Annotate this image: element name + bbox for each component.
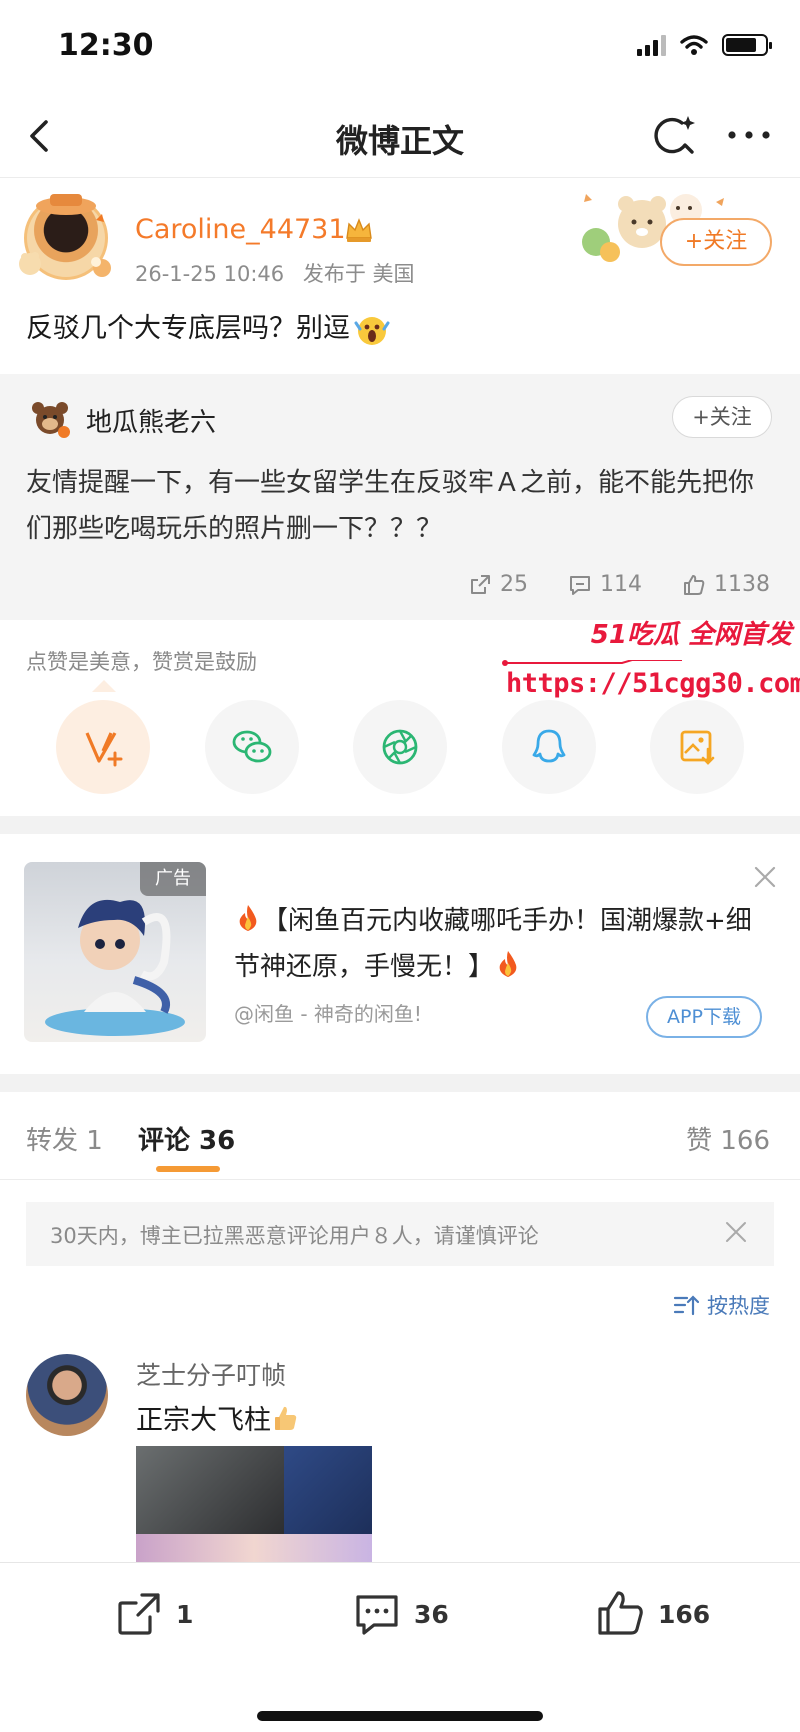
vip-crown-icon <box>346 218 372 242</box>
refresh-sparkle-icon[interactable] <box>652 112 698 158</box>
comment-image-panel <box>284 1446 372 1534</box>
reward-v-icon <box>85 732 123 767</box>
follow-repost-author-button[interactable]: +关注 <box>672 396 772 438</box>
ad-title[interactable]: 【闲鱼百元内收藏哪吒手办！国潮爆款+细节神还原，手慢无！】 <box>234 898 764 990</box>
commenter-avatar[interactable] <box>26 1354 108 1436</box>
tab-reposts[interactable]: 转发 1 <box>26 1120 103 1157</box>
wechat-icon <box>232 730 272 763</box>
repost-text: 友情提醒一下，有一些女留学生在反驳牢Ａ之前，能不能先把你们那些吃喝玩乐的照片删一… <box>26 468 755 544</box>
watermark-line-icon <box>502 660 682 666</box>
reward-hint: 点赞是美意，赞赏是鼓励 <box>26 650 257 674</box>
status-icons <box>637 34 772 56</box>
repost-button[interactable]: 1 <box>114 1589 193 1639</box>
tab-likes[interactable]: 赞 166 <box>686 1120 770 1157</box>
repost-count: 1 <box>176 1599 194 1629</box>
share-row <box>0 696 800 796</box>
reposted-content[interactable]: 地瓜熊老六 +关注 友情提醒一下，有一些女留学生在反驳牢Ａ之前，能不能先把你们那… <box>0 374 800 620</box>
status-bar: 12:30 <box>0 0 800 96</box>
save-image-button[interactable] <box>650 700 744 794</box>
interaction-tabs: 转发 1 评论 36 赞 166 <box>0 1092 800 1180</box>
comment-icon <box>570 575 590 595</box>
share-qq-button[interactable] <box>502 700 596 794</box>
ad-card[interactable]: 广告 【闲鱼百元内收藏哪吒手办！国潮爆款+细节神还原，手慢无！】 @闲鱼 - 神… <box>0 834 800 1070</box>
follow-author-button[interactable]: +关注 <box>660 218 772 266</box>
cellular-signal-icon <box>637 34 666 56</box>
comment-icon <box>356 1595 398 1635</box>
moments-icon <box>382 729 418 765</box>
home-indicator <box>257 1711 543 1721</box>
repost-like-count[interactable]: 1138 <box>682 572 770 597</box>
avatar-frame-decoration-icon <box>19 194 111 277</box>
thumbs-up-emoji-icon <box>275 1406 297 1430</box>
screaming-face-emoji-icon <box>354 316 390 345</box>
comment-image-panel <box>136 1534 372 1562</box>
repost-author-name[interactable]: 地瓜熊老六 <box>86 402 216 439</box>
share-icon <box>118 1593 160 1635</box>
bottom-action-bar: 1 36 166 <box>0 1562 800 1732</box>
save-image-icon <box>680 730 715 765</box>
comment-text: 正宗大飞柱 <box>136 1405 271 1436</box>
commenter-name[interactable]: 芝士分子叮帧 <box>136 1356 286 1392</box>
section-divider <box>0 1074 800 1092</box>
sort-label: 按热度 <box>707 1294 770 1318</box>
like-count: 166 <box>658 1599 711 1629</box>
sort-icon <box>673 1295 699 1316</box>
ad-title-text: 【闲鱼百元内收藏哪吒手办！国潮爆款+细节神还原，手慢无！】 <box>234 906 752 982</box>
post-body: 反驳几个大专底层吗？别逗 <box>26 306 390 347</box>
fire-emoji-icon <box>499 951 517 977</box>
watermark-url: https://51cgg30.com <box>506 668 800 699</box>
comment-body: 正宗大飞柱 <box>136 1398 301 1437</box>
battery-level <box>726 38 757 52</box>
app-download-button[interactable]: APP下载 <box>646 996 762 1038</box>
comment-button[interactable]: 36 <box>352 1589 449 1639</box>
ad-image[interactable]: 广告 <box>24 862 206 1042</box>
thumbs-up-icon <box>598 1591 643 1635</box>
comment-count: 36 <box>414 1599 449 1629</box>
more-options-icon[interactable] <box>724 112 774 158</box>
ad-source[interactable]: @闲鱼 - 神奇的闲鱼! <box>234 998 422 1027</box>
wifi-icon <box>680 35 708 55</box>
comment-image[interactable] <box>136 1446 372 1562</box>
thumbs-up-icon <box>684 574 705 595</box>
battery-icon <box>722 34 772 56</box>
like-button[interactable]: 166 <box>596 1589 710 1639</box>
notice-text: 30天内，博主已拉黑恶意评论用户８人，请谨慎评论 <box>50 1224 539 1248</box>
author-name[interactable]: Caroline_44731 <box>135 214 346 245</box>
close-icon[interactable] <box>722 1218 750 1246</box>
reward-button[interactable] <box>56 700 150 794</box>
share-icon <box>471 574 490 594</box>
ad-tag: 广告 <box>140 862 206 896</box>
post-meta: 26-1-25 10:46 发布于 美国 <box>135 258 427 288</box>
share-moments-button[interactable] <box>353 700 447 794</box>
watermark-brand: 51吃瓜 全网首发 <box>590 620 792 650</box>
fire-emoji-icon <box>239 905 257 931</box>
status-time: 12:30 <box>58 28 154 63</box>
reward-caret-icon <box>92 680 116 692</box>
repost-share-count[interactable]: 25 <box>468 572 528 597</box>
repost-author-avatar[interactable] <box>28 396 72 440</box>
repost-comment-count[interactable]: 114 <box>568 572 642 597</box>
comment-image-panel <box>136 1446 284 1534</box>
section-divider <box>0 816 800 834</box>
tab-comments[interactable]: 评论 36 <box>138 1120 235 1157</box>
share-wechat-button[interactable] <box>205 700 299 794</box>
repost-stats: 25 114 1138 <box>468 572 770 597</box>
close-icon[interactable] <box>750 862 780 892</box>
qq-icon <box>532 729 566 763</box>
comment-notice: 30天内，博主已拉黑恶意评论用户８人，请谨慎评论 <box>26 1202 774 1266</box>
post-author-section: Caroline_44731 26-1-25 10:46 发布于 美国 +关注 … <box>0 178 800 374</box>
sort-by-popularity-button[interactable]: 按热度 <box>673 1290 770 1320</box>
post-location: 发布于 美国 <box>302 262 415 286</box>
post-text: 反驳几个大专底层吗？别逗 <box>26 313 350 344</box>
navigation-bar: 微博正文 <box>0 96 800 178</box>
post-date: 26-1-25 10:46 <box>135 262 285 286</box>
active-tab-indicator <box>156 1166 220 1172</box>
